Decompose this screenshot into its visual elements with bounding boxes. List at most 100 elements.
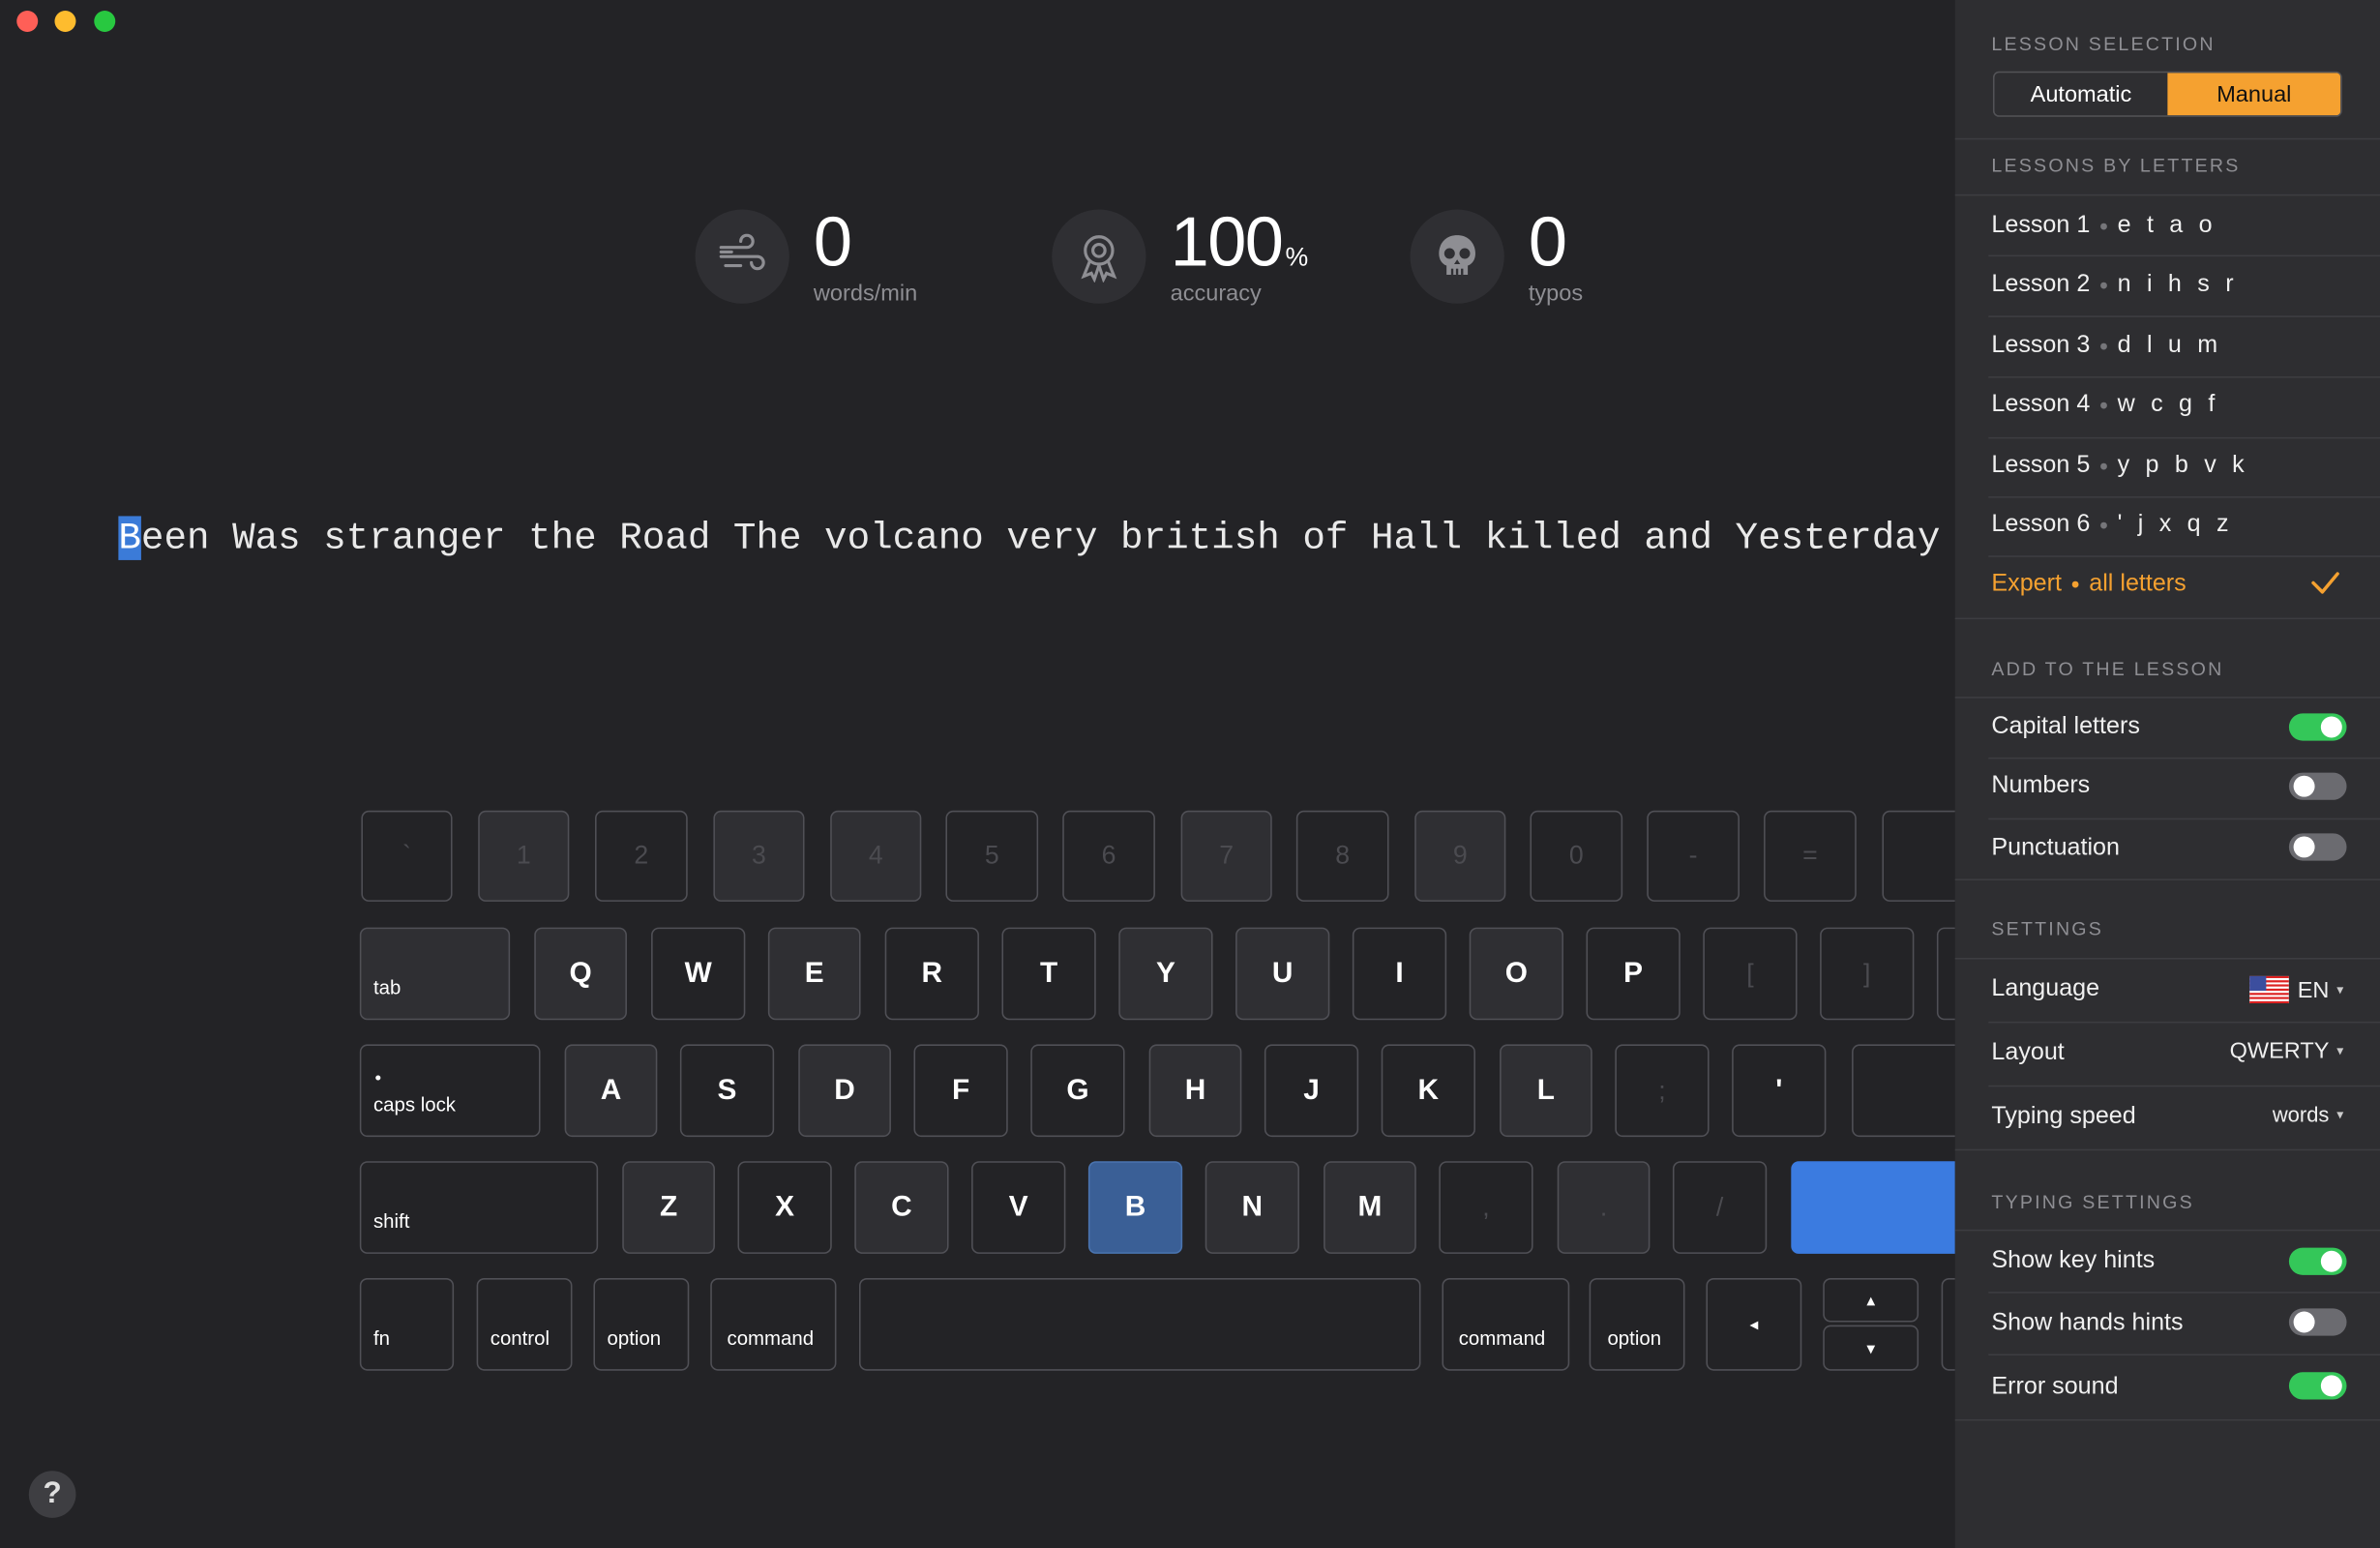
key-return[interactable]	[1852, 1044, 1955, 1138]
show-hands-hints-label: Show hands hints	[1991, 1309, 2184, 1336]
divider	[1988, 1021, 2380, 1024]
typing-text[interactable]: Been Was stranger the Road The volcano v…	[118, 516, 1955, 560]
key-o[interactable]: O	[1469, 927, 1563, 1021]
key-h[interactable]: H	[1148, 1044, 1242, 1138]
key-t[interactable]: T	[1001, 927, 1096, 1021]
key-arrow-right[interactable]	[1941, 1278, 1955, 1371]
key-backslash[interactable]	[1936, 927, 1955, 1021]
minimize-window-button[interactable]	[54, 10, 76, 32]
layout-dropdown[interactable]: QWERTY ▾	[2230, 1038, 2344, 1064]
typing-speed-dropdown[interactable]: words ▾	[2273, 1102, 2344, 1126]
key-semicolon[interactable]: ;	[1615, 1044, 1710, 1138]
zoom-window-button[interactable]	[94, 10, 116, 32]
lesson-letters: y p b v k	[2117, 452, 2249, 479]
key-6[interactable]: 6	[1062, 810, 1155, 902]
divider	[1988, 376, 2380, 378]
on-screen-keyboard: ` 1 2 3 4 5 6 7 8 9 0 - = tab Q W E R T …	[359, 809, 1955, 1385]
key-j[interactable]: J	[1264, 1044, 1359, 1138]
key-shift-right[interactable]	[1791, 1161, 1955, 1254]
key-m[interactable]: M	[1324, 1161, 1416, 1254]
show-key-hints-toggle[interactable]	[2288, 1247, 2347, 1275]
key-arrow-up[interactable]: ▴	[1823, 1278, 1919, 1323]
key-8[interactable]: 8	[1295, 810, 1389, 902]
automatic-option[interactable]: Automatic	[1995, 73, 2168, 115]
wpm-label: words/min	[813, 281, 918, 307]
key-e[interactable]: E	[767, 927, 861, 1021]
key-v[interactable]: V	[971, 1161, 1066, 1254]
key-shift-left[interactable]: shift	[359, 1161, 599, 1254]
key-minus[interactable]: -	[1647, 810, 1740, 902]
key-command-left[interactable]: command	[710, 1278, 837, 1371]
divider	[1988, 818, 2380, 820]
key-n[interactable]: N	[1205, 1161, 1299, 1254]
key-9[interactable]: 9	[1414, 810, 1506, 902]
key-1[interactable]: 1	[478, 810, 570, 902]
key-arrow-down[interactable]: ▾	[1823, 1325, 1919, 1371]
key-option-right[interactable]: option	[1589, 1278, 1685, 1371]
lesson-2-item[interactable]: Lesson 2 ● n i h s r	[1991, 269, 2380, 303]
expert-lesson-item[interactable]: Expert ● all letters	[1991, 568, 2380, 602]
help-button[interactable]: ?	[28, 1471, 76, 1518]
manual-option[interactable]: Manual	[2167, 73, 2341, 116]
key-close-bracket[interactable]: ]	[1820, 927, 1915, 1021]
punctuation-toggle[interactable]	[2288, 833, 2347, 861]
key-w[interactable]: W	[651, 927, 746, 1021]
key-x[interactable]: X	[737, 1161, 832, 1254]
key-command-right[interactable]: command	[1442, 1278, 1570, 1371]
key-y[interactable]: Y	[1118, 927, 1213, 1021]
key-slash[interactable]: /	[1672, 1161, 1768, 1254]
key-b[interactable]: B	[1087, 1161, 1183, 1254]
lesson-3-item[interactable]: Lesson 3 ● d l u m	[1991, 329, 2380, 363]
key-q[interactable]: Q	[534, 927, 627, 1021]
key-0[interactable]: 0	[1530, 810, 1623, 902]
key-space[interactable]	[858, 1278, 1421, 1371]
key-p[interactable]: P	[1586, 927, 1681, 1021]
key-c[interactable]: C	[854, 1161, 949, 1254]
key-control[interactable]: control	[476, 1278, 573, 1371]
key-g[interactable]: G	[1030, 1044, 1125, 1138]
key-s[interactable]: S	[679, 1044, 775, 1138]
lesson-5-item[interactable]: Lesson 5 ● y p b v k	[1991, 449, 2380, 483]
language-dropdown[interactable]: EN ▾	[2248, 975, 2343, 1004]
lesson-selection-control: Automatic Manual	[1992, 71, 2342, 117]
divider	[1954, 878, 2380, 880]
key-option-left[interactable]: option	[593, 1278, 690, 1371]
key-k[interactable]: K	[1381, 1044, 1475, 1138]
key-2[interactable]: 2	[595, 810, 688, 902]
checkmark-icon	[2311, 572, 2339, 594]
show-hands-hints-toggle[interactable]	[2288, 1308, 2347, 1336]
key-4[interactable]: 4	[830, 810, 922, 902]
numbers-toggle[interactable]	[2288, 772, 2347, 800]
key-delete[interactable]	[1882, 810, 1955, 902]
key-7[interactable]: 7	[1180, 810, 1272, 902]
key-i[interactable]: I	[1352, 927, 1447, 1021]
key-u[interactable]: U	[1235, 927, 1330, 1021]
lesson-letters: e t a o	[2117, 212, 2217, 239]
key-arrow-left[interactable]: ◂	[1706, 1278, 1802, 1371]
key-z[interactable]: Z	[622, 1161, 715, 1254]
key-fn[interactable]: fn	[359, 1278, 455, 1371]
key-d[interactable]: D	[798, 1044, 891, 1138]
key-caps-lock[interactable]: • caps lock	[359, 1044, 541, 1138]
capital-letters-toggle[interactable]	[2288, 713, 2347, 741]
key-equals[interactable]: =	[1764, 810, 1857, 902]
key-tab[interactable]: tab	[359, 927, 511, 1021]
lesson-name: Lesson 4	[1991, 391, 2091, 418]
key-apostrophe[interactable]: '	[1732, 1044, 1827, 1138]
key-3[interactable]: 3	[713, 810, 805, 902]
key-backtick[interactable]: `	[361, 810, 453, 902]
divider	[1988, 254, 2380, 257]
error-sound-toggle[interactable]	[2288, 1372, 2347, 1400]
key-f[interactable]: F	[913, 1044, 1008, 1138]
key-comma[interactable]: ,	[1439, 1161, 1533, 1254]
key-open-bracket[interactable]: [	[1703, 927, 1798, 1021]
lesson-4-item[interactable]: Lesson 4 ● w c g f	[1991, 389, 2380, 423]
key-a[interactable]: A	[564, 1044, 658, 1138]
key-r[interactable]: R	[884, 927, 979, 1021]
close-window-button[interactable]	[16, 10, 39, 32]
key-period[interactable]: .	[1557, 1161, 1651, 1254]
key-5[interactable]: 5	[945, 810, 1039, 902]
lesson-6-item[interactable]: Lesson 6 ● ' j x q z	[1991, 509, 2380, 543]
lesson-1-item[interactable]: Lesson 1 ● e t a o	[1991, 210, 2380, 244]
key-l[interactable]: L	[1500, 1044, 1592, 1138]
